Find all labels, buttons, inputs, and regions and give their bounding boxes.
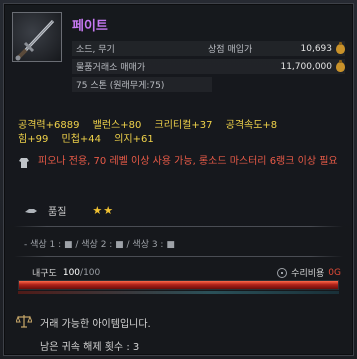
stat-will: 의지+61 (114, 134, 154, 145)
quality-stars: ★★ (92, 204, 115, 217)
shop-price-label: 상점 매입가 (208, 45, 253, 55)
quality-label: 품질 (48, 207, 67, 218)
market-price-label: 물품거래소 매매가 (76, 63, 146, 73)
durability-row: 내구도 100 /100 수리비용 0G (32, 266, 341, 279)
repair-info: 수리비용 0G (277, 266, 341, 279)
item-tooltip: 페이트 소드, 무기 상점 매입가 10,693 물품거래소 매매가 11,70… (3, 3, 354, 356)
durability-current: 100 (62, 267, 81, 278)
stats-line-1: 공격력+6889 밸런스+80 크리티컬+37 공격속도+8 (18, 119, 286, 133)
stats-block: 공격력+6889 밸런스+80 크리티컬+37 공격속도+8 힘+99 민첩+4… (18, 119, 286, 147)
repair-icon (277, 267, 288, 278)
item-name: 페이트 (72, 19, 108, 34)
armor-icon (18, 157, 30, 169)
weight-row: 75 스톤 (원래무게:75) (72, 77, 212, 92)
item-type: 소드, 무기 (76, 45, 115, 55)
durability-bar (18, 280, 339, 290)
divider (14, 226, 343, 227)
durability-label: 내구도 (32, 269, 57, 279)
stats-line-2: 힘+99 민첩+44 의지+61 (18, 133, 286, 147)
repair-label: 수리비용 (291, 269, 325, 279)
durability-max: /100 (80, 267, 101, 278)
requirement-text: 피오나 전용, 70 레벨 이상 사용 가능, 롱소드 마스터리 6랭크 이상 … (38, 156, 338, 167)
trade-row: 거래 가능한 아이템입니다. (15, 314, 151, 331)
requirement-block: 피오나 전용, 70 레벨 이상 사용 가능, 롱소드 마스터리 6랭크 이상 … (18, 155, 348, 169)
item-weight: 75 스톤 (원래무게:75) (76, 81, 165, 91)
durability-bar-underlay (18, 291, 339, 294)
sword-icon (15, 19, 55, 61)
repair-cost: 0G (328, 267, 341, 278)
quality-row: 품질 ★★ (24, 203, 114, 218)
market-price: 11,700,000 (280, 59, 345, 72)
stat-attack: 공격력+6889 (18, 120, 80, 131)
coin-bag-icon (336, 41, 345, 54)
trade-text: 거래 가능한 아이템입니다. (40, 319, 151, 330)
shop-price: 10,693 (300, 41, 345, 54)
shop-price-value: 10,693 (300, 43, 333, 54)
durability-bar-fill (19, 281, 338, 289)
type-row: 소드, 무기 상점 매입가 10,693 (72, 41, 345, 56)
unbind-count: 남은 귀속 해제 횟수 : 3 (40, 342, 140, 353)
stat-balance: 밸런스+80 (92, 120, 142, 131)
divider (14, 256, 343, 257)
stat-critical: 크리티컬+37 (154, 120, 213, 131)
color-info: - 색상 1 : ■ / 색상 2 : ■ / 색상 3 : ■ (24, 240, 175, 250)
market-price-value: 11,700,000 (280, 61, 332, 72)
coin-bag-icon (336, 59, 345, 72)
scale-icon (15, 314, 33, 331)
item-icon-frame (12, 12, 62, 62)
market-row: 물품거래소 매매가 11,700,000 (72, 59, 345, 74)
stat-str: 힘+99 (18, 134, 49, 145)
stat-dex: 민첩+44 (61, 134, 102, 145)
hand-icon (24, 205, 38, 217)
stat-attack-speed: 공격속도+8 (225, 120, 278, 131)
